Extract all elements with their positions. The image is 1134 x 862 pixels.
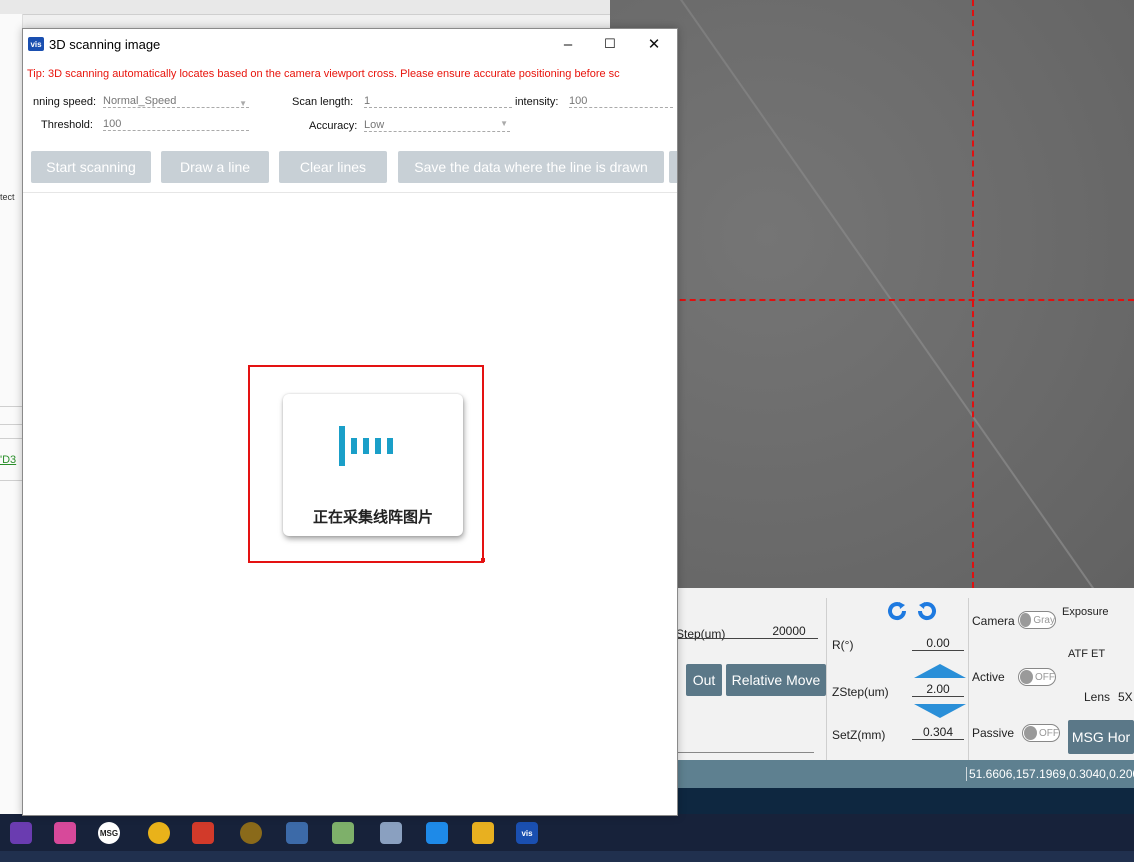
camera-label: Camera (972, 614, 1015, 628)
passive-toggle[interactable]: OFF (1022, 724, 1060, 742)
maximize-button[interactable]: ☐ (599, 33, 621, 55)
divider (0, 480, 22, 481)
step-underline (678, 638, 818, 639)
toggle-knob (1020, 670, 1033, 684)
camera-toggle[interactable]: Gray (1018, 611, 1056, 629)
z-up-arrow-icon[interactable] (914, 664, 966, 678)
tool-app-icon[interactable] (240, 822, 262, 844)
window-app-icon[interactable] (286, 822, 308, 844)
clear-lines-button[interactable]: Clear lines (279, 151, 387, 183)
lens-label: Lens (1084, 690, 1111, 704)
selection-resize-handle[interactable] (481, 558, 485, 562)
threshold-label: Threshold: (41, 119, 93, 131)
accuracy-value: Low (364, 119, 510, 132)
overflow-button[interactable] (669, 151, 677, 183)
zstep-value[interactable]: 2.00 (912, 682, 964, 697)
intensity-input[interactable]: 100 (569, 95, 673, 108)
r-label: R(°) (832, 638, 854, 652)
left-panel-link[interactable]: 'D3 (0, 454, 16, 466)
dialog-title: 3D scanning image (49, 37, 161, 52)
active-toggle[interactable]: OFF (1018, 668, 1056, 686)
scanning-dialog: vis 3D scanning image – ☐ ✕ Tip: 3D scan… (22, 28, 678, 816)
r-value[interactable]: 0.00 (912, 636, 964, 651)
atf-et-label: ATF ET (1068, 648, 1106, 660)
setz-label: SetZ(mm) (832, 728, 886, 742)
chrome-icon[interactable] (148, 822, 170, 844)
save-line-data-button[interactable]: Save the data where the line is drawn (398, 151, 664, 183)
toggle-label: Gray (1033, 614, 1055, 626)
lens-value[interactable]: 5X (1118, 690, 1133, 704)
rotate-right-icon[interactable] (916, 600, 938, 622)
panel-underline (678, 752, 814, 753)
toggle-knob (1024, 726, 1037, 740)
dialog-titlebar[interactable]: vis 3D scanning image – ☐ ✕ (23, 29, 677, 59)
vis-app-icon[interactable]: vis (516, 822, 538, 844)
crosshair-vertical (972, 0, 974, 588)
left-panel-text: tect (0, 192, 15, 202)
scanning-speed-value: Normal_Speed (103, 95, 249, 108)
scan-length-label: Scan length: (292, 96, 354, 108)
rotate-left-icon[interactable] (886, 600, 908, 622)
crosshair-horizontal (610, 299, 1134, 301)
divider (826, 598, 827, 760)
taskbar-secondary-row (0, 851, 1134, 862)
divider (0, 424, 22, 425)
folder-icon[interactable] (472, 822, 494, 844)
accuracy-label: Accuracy: (309, 120, 358, 132)
vis-logo-icon: vis (28, 37, 44, 51)
start-scanning-button[interactable]: Start scanning (31, 151, 151, 183)
scanning-speed-label: nning speed: (33, 96, 96, 108)
divider (23, 192, 677, 193)
threshold-input[interactable]: 100 (103, 118, 249, 131)
close-button[interactable]: ✕ (643, 33, 665, 55)
image-editor-icon[interactable] (332, 822, 354, 844)
visual-studio-icon[interactable] (10, 822, 32, 844)
stage-control-panel: Step(um) 20000 Out Relative Move R(°) 0.… (610, 588, 1134, 760)
camera-viewport[interactable] (610, 0, 1134, 588)
zstep-label: ZStep(um) (832, 685, 889, 699)
divider (0, 406, 22, 407)
status-bar-lower (610, 788, 1134, 814)
z-down-arrow-icon[interactable] (914, 704, 966, 718)
chart-app-icon[interactable] (192, 822, 214, 844)
divider (0, 438, 22, 439)
chevron-down-icon: ▼ (239, 99, 247, 108)
left-panel-strip: tect 'D3 (0, 14, 23, 814)
chevron-down-icon: ▼ (500, 119, 508, 128)
selection-rectangle (248, 365, 484, 563)
tip-message: Tip: 3D scanning automatically locates b… (27, 68, 620, 80)
exposure-label: Exposure (1062, 606, 1109, 618)
app-grid-icon[interactable] (54, 822, 76, 844)
out-button[interactable]: Out (686, 664, 722, 696)
toggle-label: OFF (1039, 727, 1059, 739)
status-bar: 51.6606,157.1969,0.3040,0.200 (610, 760, 1134, 788)
divider (968, 598, 969, 760)
passive-label: Passive (972, 726, 1015, 740)
scan-length-input[interactable]: 1 (364, 95, 512, 108)
step-value[interactable]: 20000 (764, 624, 814, 639)
intensity-label: intensity: (515, 96, 559, 108)
minimize-button[interactable]: – (557, 33, 579, 55)
arrow-app-icon[interactable] (426, 822, 448, 844)
relative-move-button[interactable]: Relative Move (726, 664, 826, 696)
draw-line-button[interactable]: Draw a line (161, 151, 269, 183)
toggle-knob (1020, 613, 1032, 627)
stage-coordinates: 51.6606,157.1969,0.3040,0.200 (966, 767, 1134, 781)
taskbar: MSG vis (0, 814, 1134, 862)
msg-home-button[interactable]: MSG Hor (1068, 720, 1134, 754)
toggle-label: OFF (1035, 671, 1055, 683)
msg-app-icon[interactable]: MSG (98, 822, 120, 844)
setz-value[interactable]: 0.304 (912, 725, 964, 740)
network-app-icon[interactable] (380, 822, 402, 844)
scanning-speed-select[interactable]: Normal_Speed ▼ (103, 95, 253, 111)
active-label: Active (972, 670, 1005, 684)
accuracy-select[interactable]: Low ▼ (364, 119, 514, 135)
